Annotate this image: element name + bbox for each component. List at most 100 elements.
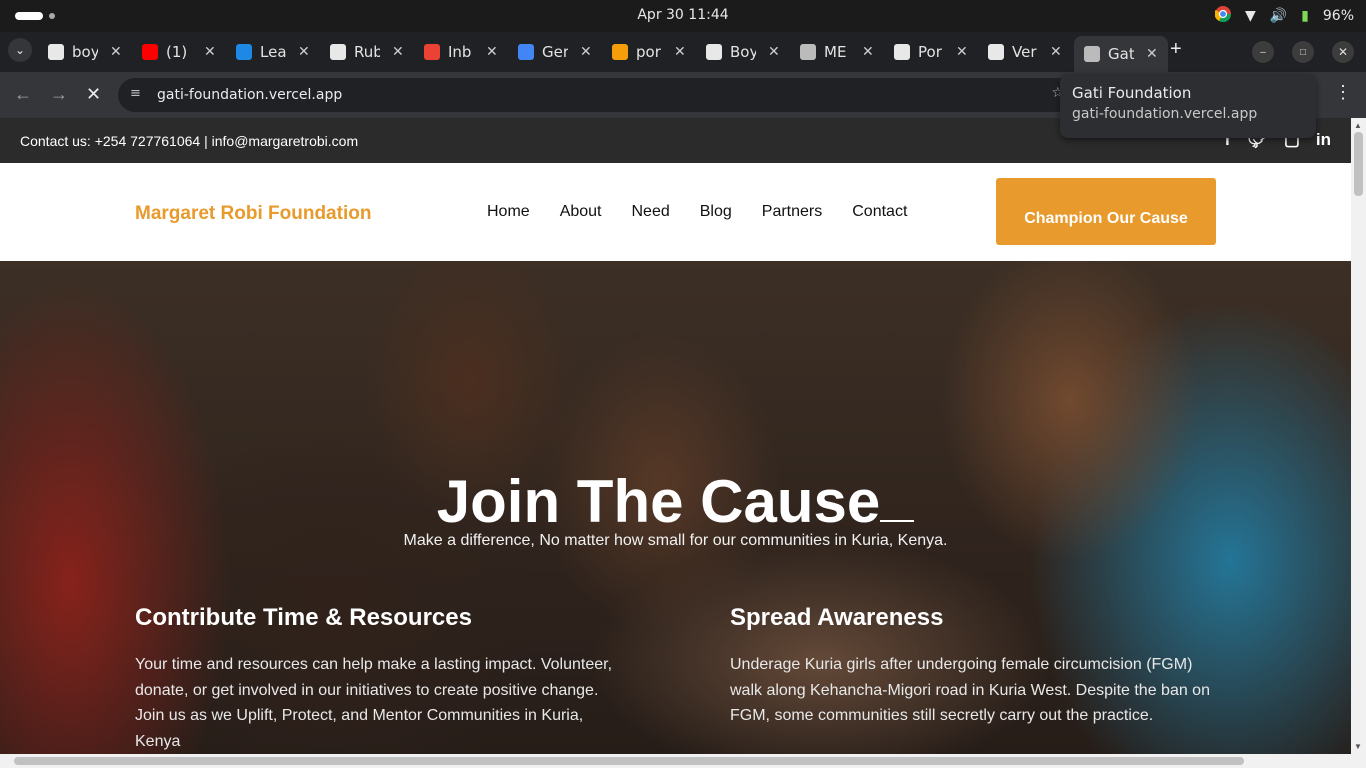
linkedin-icon[interactable]: in — [1316, 130, 1331, 150]
nav-about[interactable]: About — [560, 203, 602, 221]
horizontal-scrollbar[interactable] — [0, 754, 1366, 768]
github-icon — [48, 44, 64, 60]
scroll-up-arrow[interactable]: ▲ — [1354, 121, 1362, 130]
awareness-heading: Spread Awareness — [730, 604, 944, 631]
battery-percent: 96% — [1322, 8, 1354, 24]
close-tab-icon[interactable]: ✕ — [580, 44, 592, 60]
volume-icon: 🔊 — [1269, 8, 1288, 24]
stop-loading-icon[interactable]: ✕ — [86, 84, 101, 105]
youtube-icon — [142, 44, 158, 60]
omnibox[interactable]: ≡ gati-foundation.vercel.app ☆ — [118, 78, 1078, 112]
browser-tab[interactable]: boy ✕ — [48, 36, 122, 68]
nav-partners[interactable]: Partners — [762, 203, 822, 221]
close-tab-icon[interactable]: ✕ — [674, 44, 686, 60]
minimize-button[interactable]: – — [1252, 41, 1274, 63]
tab-hover-card: Gati Foundation gati-foundation.vercel.a… — [1060, 74, 1316, 138]
hero-title: Join The Cause — [0, 467, 1351, 536]
nav-home[interactable]: Home — [487, 203, 530, 221]
close-tab-icon[interactable]: ✕ — [204, 44, 216, 60]
browser-tab[interactable]: Ver ✕ — [988, 36, 1062, 68]
tab-search-button[interactable]: ⌄ — [8, 38, 32, 62]
close-tab-icon[interactable]: ✕ — [392, 44, 404, 60]
close-window-button[interactable]: ✕ — [1332, 41, 1354, 63]
w3-icon — [330, 44, 346, 60]
hero-title-text: Join The Cause — [436, 468, 881, 535]
gemini-icon — [518, 44, 534, 60]
clock[interactable]: Apr 30 11:44 — [0, 7, 1366, 23]
hero-subtitle: Make a difference, No matter how small f… — [403, 532, 948, 549]
browser-tab[interactable]: Boy ✕ — [706, 36, 780, 68]
close-tab-icon[interactable]: ✕ — [1050, 44, 1062, 60]
tab-title: por — [636, 43, 661, 61]
bracket-icon — [236, 44, 252, 60]
close-tab-icon[interactable]: ✕ — [486, 44, 498, 60]
browser-menu-icon[interactable]: ⋮ — [1334, 82, 1352, 103]
openai-icon — [894, 44, 910, 60]
tab-strip: ⌄ boy ✕ (1) ✕ Lea ✕ Rub ✕ Inb ✕ Ger ✕ por ✕ Boy ✕ ME ✕ Por… — [0, 32, 1366, 72]
site-header: Margaret Robi Foundation Home About Need… — [0, 163, 1351, 261]
vertical-scrollbar[interactable]: ▲ ▼ — [1351, 118, 1366, 754]
site-brand[interactable]: Margaret Robi Foundation — [135, 203, 371, 225]
maximize-button[interactable]: □ — [1292, 41, 1314, 63]
nav-blog[interactable]: Blog — [700, 203, 732, 221]
close-tab-icon[interactable]: ✕ — [298, 44, 310, 60]
wifi-icon: ▼ — [1244, 8, 1256, 24]
tab-title: boy — [72, 43, 98, 61]
browser-tab[interactable]: ME ✕ — [800, 36, 874, 68]
tab-title: Lea — [260, 43, 286, 61]
system-top-bar: Apr 30 11:44 ▼ 🔊 ▮ 96% — [0, 0, 1366, 32]
nav-contact[interactable]: Contact — [852, 203, 907, 221]
main-nav: Home About Need Blog Partners Contact — [487, 203, 907, 221]
awareness-text: Underage Kuria girls after undergoing fe… — [730, 656, 1210, 724]
horizontal-scroll-thumb[interactable] — [14, 757, 1244, 765]
close-tab-icon[interactable]: ✕ — [768, 44, 780, 60]
awareness-column: Spread Awareness Underage Kuria girls af… — [730, 604, 1220, 729]
tab-title: Rub — [354, 43, 380, 61]
scroll-down-arrow[interactable]: ▼ — [1354, 742, 1362, 751]
close-tab-icon[interactable]: ✕ — [1146, 46, 1158, 62]
web-page: Contact us: +254 727761064 | info@margar… — [0, 118, 1351, 754]
gmail-icon — [424, 44, 440, 60]
tab-title: (1) — [166, 43, 188, 61]
site-info-icon[interactable]: ≡ — [130, 86, 141, 101]
tab-title: Por — [918, 43, 942, 61]
hero-section: Join The Cause Make a difference, No mat… — [0, 261, 1351, 754]
forward-icon[interactable]: → — [50, 84, 68, 105]
browser-tab[interactable]: Gat ✕ — [1074, 36, 1168, 72]
hover-card-title: Gati Foundation — [1072, 84, 1192, 102]
tab-title: ME — [824, 43, 847, 61]
new-tab-button[interactable]: + — [1170, 38, 1182, 61]
vercel-icon — [988, 44, 1004, 60]
system-tray[interactable]: ▼ 🔊 ▮ 96% — [1214, 6, 1354, 26]
close-tab-icon[interactable]: ✕ — [110, 44, 122, 60]
browser-tab[interactable]: (1) ✕ — [142, 36, 216, 68]
contact-info: Contact us: +254 727761064 | info@margar… — [20, 133, 359, 149]
chrome-icon — [1214, 6, 1231, 26]
globe-icon — [1084, 46, 1100, 62]
close-tab-icon[interactable]: ✕ — [956, 44, 968, 60]
tab-title: Gat — [1108, 45, 1134, 63]
tab-title: Inb — [448, 43, 472, 61]
hover-card-url: gati-foundation.vercel.app — [1072, 106, 1258, 122]
browser-tab[interactable]: Rub ✕ — [330, 36, 404, 68]
tab-title: Ver — [1012, 43, 1037, 61]
globe-icon — [800, 44, 816, 60]
url-text[interactable]: gati-foundation.vercel.app — [157, 87, 342, 103]
browser-tab[interactable]: por ✕ — [612, 36, 686, 68]
browser-tab[interactable]: Inb ✕ — [424, 36, 498, 68]
contribute-text: Your time and resources can help make a … — [135, 656, 613, 750]
back-icon[interactable]: ← — [14, 84, 32, 105]
contribute-heading: Contribute Time & Resources — [135, 604, 472, 631]
browser-tab[interactable]: Lea ✕ — [236, 36, 310, 68]
typing-cursor — [880, 470, 915, 522]
g-icon — [612, 44, 628, 60]
tab-title: Ger — [542, 43, 568, 61]
champion-cause-button[interactable]: Champion Our Cause — [996, 178, 1216, 245]
contribute-column: Contribute Time & Resources Your time an… — [135, 604, 625, 754]
close-tab-icon[interactable]: ✕ — [862, 44, 874, 60]
browser-tab[interactable]: Por ✕ — [894, 36, 968, 68]
vertical-scroll-thumb[interactable] — [1354, 132, 1363, 196]
tab-title: Boy — [730, 43, 756, 61]
nav-need[interactable]: Need — [632, 203, 670, 221]
browser-tab[interactable]: Ger ✕ — [518, 36, 592, 68]
